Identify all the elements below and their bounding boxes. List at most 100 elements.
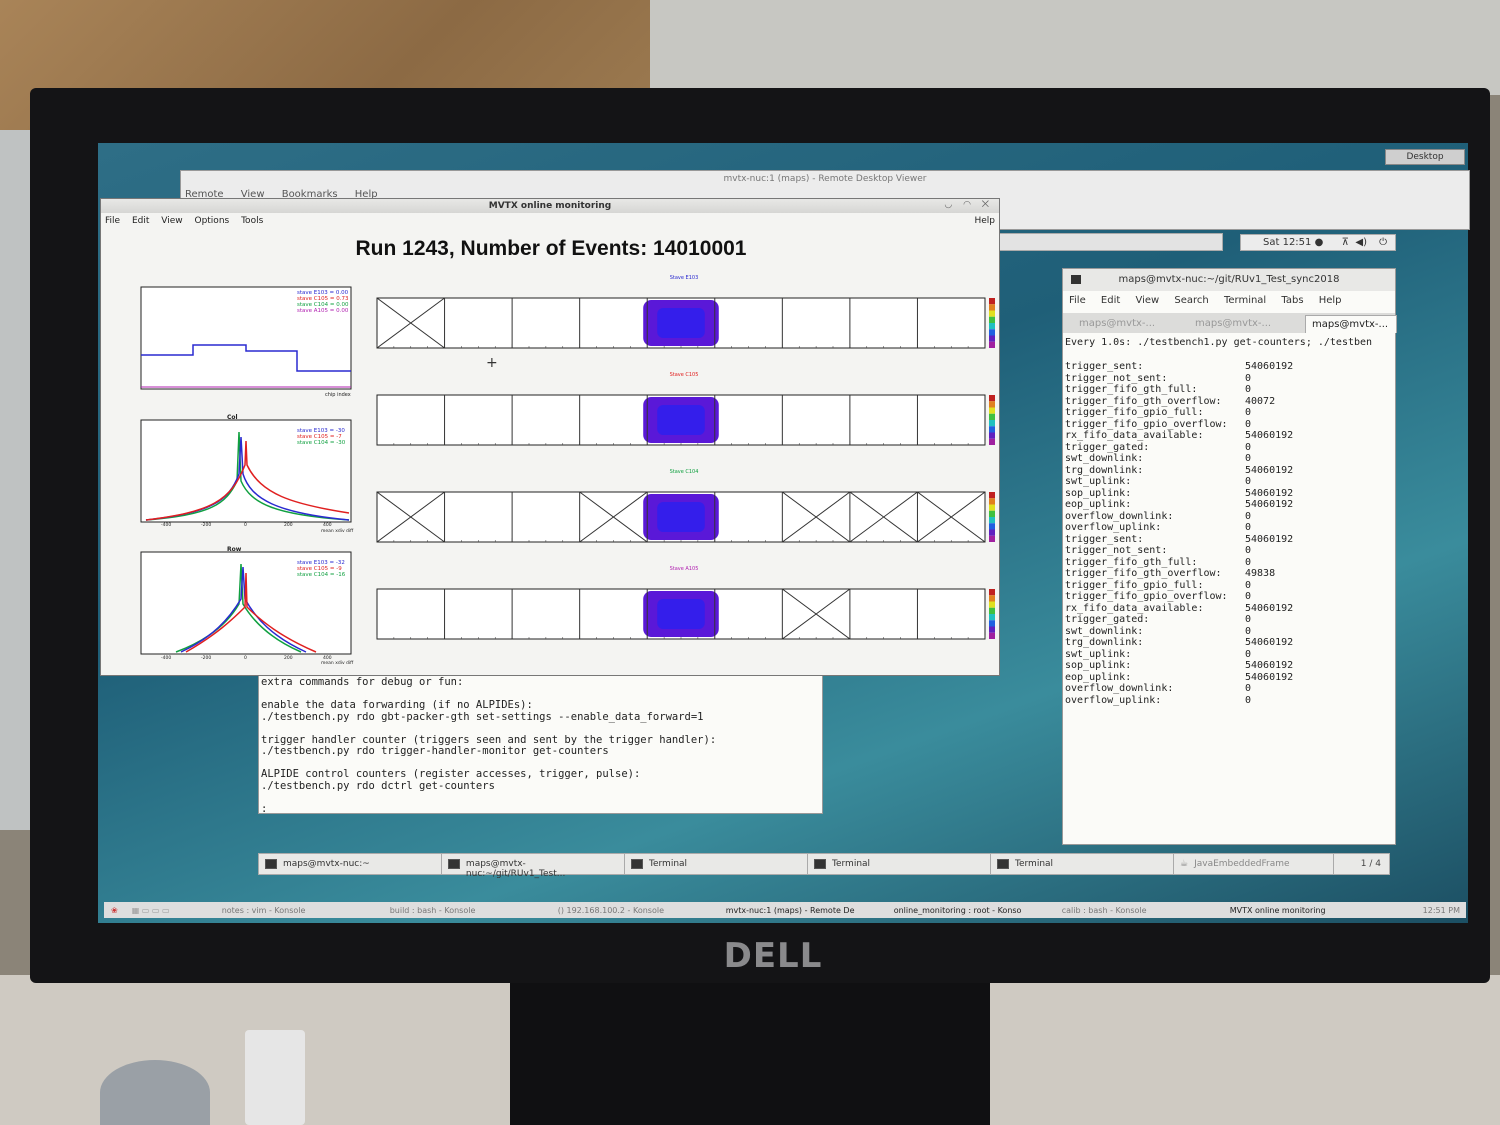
x-axis-label: mean xdiv diff <box>321 660 354 666</box>
window-title: maps@mvtx-nuc:~/git/RUv1_Test_sync2018 <box>1063 269 1395 291</box>
legend-item: stave C104 = -16 <box>297 572 346 578</box>
menu-file[interactable]: File <box>105 216 120 226</box>
counter-name: trigger_gated: <box>1065 614 1150 625</box>
menu-options[interactable]: Options <box>194 216 229 226</box>
counter-row: trigger_fifo_gpio_full: 0 <box>1065 407 1293 419</box>
color-palette <box>989 620 995 627</box>
konsole-window[interactable]: maps@mvtx-nuc:~/git/RUv1_Test_sync2018 F… <box>1062 268 1397 845</box>
network-icon[interactable]: ⊼ <box>1342 235 1349 251</box>
counter-row: swt_downlink: 0 <box>1065 626 1293 638</box>
menu-edit[interactable]: Edit <box>1101 295 1120 306</box>
counter-row: trigger_fifo_gth_overflow: 40072 <box>1065 396 1293 408</box>
legend-item: stave A105 = 0.00 <box>297 308 349 314</box>
counter-value: 0 <box>1245 372 1252 384</box>
taskbar-item[interactable]: Terminal <box>808 854 991 874</box>
run-title: Run 1243, Number of Events: 14010001 <box>355 237 747 260</box>
counter-value: 0 <box>1245 545 1252 556</box>
counter-value: 0 <box>1245 441 1252 453</box>
counter-value: 54060192 <box>1245 499 1294 510</box>
color-palette <box>989 335 995 342</box>
panel-clock[interactable]: Sat 12:51 ● ⊼ ◀) ⏻ <box>1240 234 1396 251</box>
crosshair-cursor: + <box>486 355 498 371</box>
counter-value: 54060192 <box>1245 637 1294 648</box>
task-item[interactable]: calib : bash - Konsole <box>1055 906 1223 915</box>
counter-row: overflow_uplink: 0 <box>1065 695 1293 707</box>
counter-list: trigger_sent: 54060192 trigger_not_sent: 0 t… <box>1065 361 1293 706</box>
counter-value: 54060192 <box>1245 464 1294 476</box>
color-palette <box>989 504 995 511</box>
color-palette <box>989 323 995 330</box>
counter-name: overflow_uplink: <box>1065 694 1162 706</box>
color-palette <box>989 535 995 542</box>
svg-text:-200: -200 <box>201 522 211 528</box>
counter-row: trigger_gated: 0 <box>1065 614 1293 626</box>
start-menu-icon[interactable]: ❀ <box>104 906 125 915</box>
menu-help[interactable]: Help <box>974 216 995 226</box>
counter-value: 54060192 <box>1245 430 1294 441</box>
task-item[interactable]: mvtx-nuc:1 (maps) - Remote De <box>719 906 887 915</box>
color-palette <box>989 510 995 517</box>
counter-value: 54060192 <box>1245 487 1294 499</box>
counter-row: trigger_fifo_gth_full: 0 <box>1065 557 1293 569</box>
mvtx-monitor-window: MVTX online monitoring ◡ ◠ ⨉ File Edit V… <box>100 198 1000 676</box>
menu-tools[interactable]: Tools <box>241 216 263 226</box>
col-diff-plot: Col stave E103 = -30 stave C105 = -7 sta… <box>140 414 354 534</box>
svg-text:0: 0 <box>244 522 247 528</box>
color-palette <box>989 341 995 348</box>
monitor-stand <box>510 978 990 1125</box>
task-item[interactable]: build : bash - Konsole <box>383 906 551 915</box>
counter-row: sop_uplink: 54060192 <box>1065 488 1293 500</box>
counter-row: eop_uplink: 54060192 <box>1065 672 1293 684</box>
task-item[interactable]: () 192.168.100.2 - Konsole <box>551 906 719 915</box>
task-item[interactable]: notes : vim - Konsole <box>215 906 383 915</box>
taskbar-item[interactable]: Terminal <box>991 854 1174 874</box>
counter-name: swt_downlink: <box>1065 453 1144 464</box>
tab-1[interactable]: maps@mvtx-... <box>1079 315 1189 333</box>
menu-help[interactable]: Help <box>1319 295 1342 306</box>
terminal-window[interactable]: extra commands for debug or fun: enable … <box>258 674 823 814</box>
color-palette <box>989 529 995 536</box>
java-icon: ☕ <box>1180 859 1189 869</box>
counter-row: trigger_fifo_gth_full: 0 <box>1065 384 1293 396</box>
volume-icon[interactable]: ◀) <box>1355 235 1367 251</box>
power-icon[interactable]: ⏻ <box>1379 235 1387 251</box>
desktop-button[interactable]: Desktop <box>1385 149 1465 165</box>
menu-edit[interactable]: Edit <box>132 216 149 226</box>
taskbar-item[interactable]: maps@mvtx-nuc:~/git/RUv1_Test... <box>442 854 625 879</box>
task-item[interactable]: online_monitoring : root - Konso <box>887 906 1055 915</box>
tab-3[interactable]: maps@mvtx-... <box>1305 315 1397 333</box>
taskbar-item[interactable]: ☕ JavaEmbeddedFrame <box>1174 854 1334 874</box>
clock-label: Sat 12:51 ● <box>1263 237 1324 248</box>
counter-name: trigger_sent: <box>1065 361 1144 372</box>
color-palette <box>989 517 995 524</box>
menu-view[interactable]: View <box>1135 295 1159 306</box>
counter-value: 49838 <box>1245 568 1276 579</box>
workspace-pager[interactable]: 1 / 4 <box>1361 854 1389 874</box>
taskbar-item[interactable]: Terminal <box>625 854 808 874</box>
soda-can <box>100 1060 210 1125</box>
menu-file[interactable]: File <box>1069 295 1086 306</box>
counter-name: overflow_downlink: <box>1065 683 1174 694</box>
counter-name: trg_downlink: <box>1065 637 1144 648</box>
svg-text:-200: -200 <box>201 655 211 661</box>
menu-search[interactable]: Search <box>1174 295 1208 306</box>
color-palette <box>989 401 995 408</box>
svg-text:200: 200 <box>284 522 293 528</box>
counter-name: rx_fifo_data_available: <box>1065 602 1204 614</box>
svg-text:0: 0 <box>244 655 247 661</box>
counter-name: swt_uplink: <box>1065 476 1132 487</box>
menu-terminal[interactable]: Terminal <box>1224 295 1266 306</box>
tab-2[interactable]: maps@mvtx-... <box>1195 315 1305 333</box>
virtual-desktops[interactable]: ▦ ▭ ▭ ▭ <box>125 906 215 915</box>
color-palette <box>989 304 995 311</box>
menu-tabs[interactable]: Tabs <box>1281 295 1303 306</box>
window-controls[interactable]: ◡ ◠ ⨉ <box>944 200 993 210</box>
menubar: File Edit View Search Terminal Tabs Help <box>1069 295 1354 306</box>
terminal-icon <box>814 859 826 869</box>
menu-view[interactable]: View <box>161 216 182 226</box>
task-item[interactable]: MVTX online monitoring <box>1223 906 1373 915</box>
counter-name: trigger_fifo_gpio_overflow: <box>1065 418 1228 430</box>
taskbar-item[interactable]: maps@mvtx-nuc:~ <box>259 854 442 874</box>
color-palette <box>989 607 995 614</box>
color-palette <box>989 395 995 402</box>
